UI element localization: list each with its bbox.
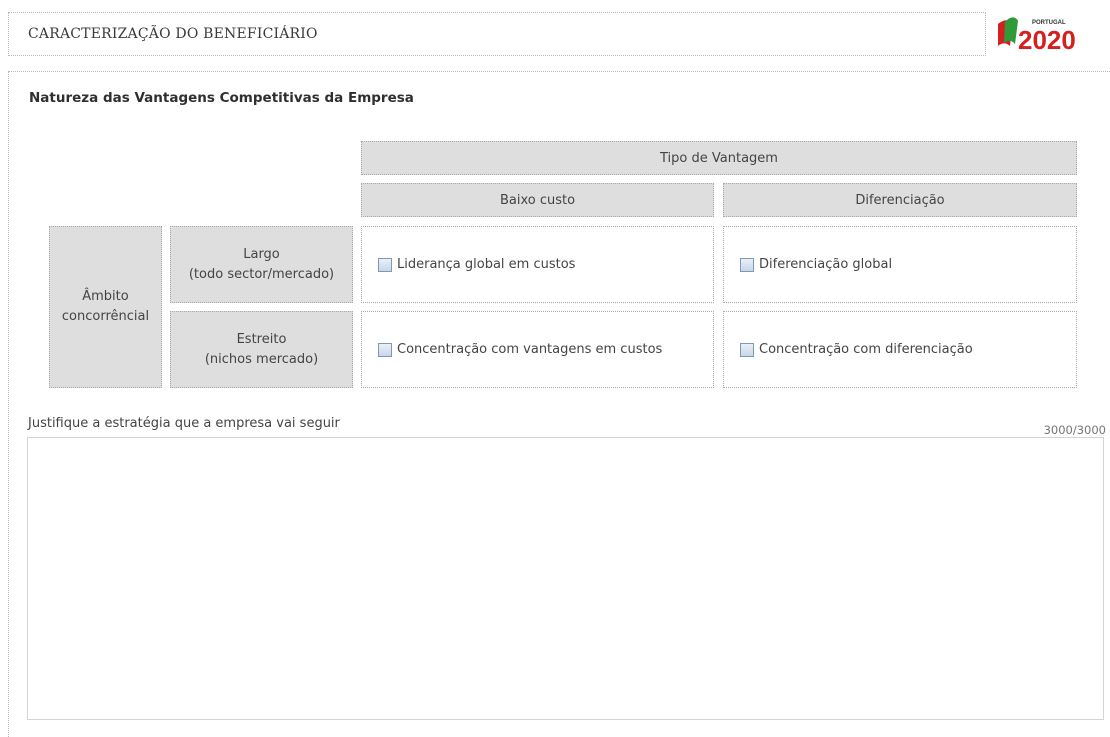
section-title: Natureza das Vantagens Competitivas da E… — [29, 90, 414, 106]
checkbox-label: Concentração com vantagens em custos — [397, 342, 663, 357]
row-group-label-line: Âmbito — [82, 289, 129, 304]
portugal-2020-logo: PORTUGAL 2020 — [994, 12, 1110, 55]
checkbox-icon[interactable] — [740, 343, 754, 357]
character-counter: 3000/3000 — [1043, 423, 1106, 437]
option-cell: Diferenciação global — [723, 226, 1077, 303]
checkbox-label: Liderança global em custos — [397, 257, 576, 272]
checkbox-label: Diferenciação global — [759, 257, 893, 272]
checkbox-global-cost-leadership[interactable]: Liderança global em custos — [378, 257, 575, 272]
column-group-header: Tipo de Vantagem — [361, 141, 1077, 175]
justification-label: Justifique a estratégia que a empresa va… — [28, 416, 340, 431]
checkbox-cost-focus[interactable]: Concentração com vantagens em custos — [378, 342, 662, 357]
checkbox-label: Concentração com diferenciação — [759, 342, 973, 357]
row-label-line: Largo — [243, 246, 280, 262]
option-cell: Concentração com diferenciação — [723, 311, 1077, 388]
column-header-label: Baixo custo — [499, 192, 576, 208]
column-header-label: Diferenciação — [855, 192, 945, 208]
option-cell: Concentração com vantagens em custos — [361, 311, 714, 388]
header-title: CARACTERIZAÇÃO DO BENEFICIÁRIO — [28, 26, 318, 42]
form-page: CARACTERIZAÇÃO DO BENEFICIÁRIO PORTUGAL … — [0, 0, 1110, 737]
checkbox-global-differentiation[interactable]: Diferenciação global — [740, 257, 892, 272]
row-label-line: (nichos mercado) — [204, 351, 319, 367]
checkbox-differentiation-focus[interactable]: Concentração com diferenciação — [740, 342, 973, 357]
checkbox-icon[interactable] — [378, 343, 392, 357]
portugal-2020-logo-icon: PORTUGAL 2020 — [998, 17, 1076, 55]
row-label-line: (todo sector/mercado) — [188, 266, 335, 282]
section-header: CARACTERIZAÇÃO DO BENEFICIÁRIO — [8, 12, 986, 56]
row-label-line: Estreito — [236, 331, 287, 347]
row-label-narrow: Estreito (nichos mercado) — [170, 311, 353, 388]
option-cell: Liderança global em custos — [361, 226, 714, 303]
column-group-header-label: Tipo de Vantagem — [660, 150, 778, 166]
row-label-broad: Largo (todo sector/mercado) — [170, 226, 353, 303]
justification-textarea[interactable] — [27, 437, 1104, 720]
row-group-label: Âmbito concorrêncial — [49, 226, 162, 388]
checkbox-icon[interactable] — [740, 258, 754, 272]
column-header-differentiation: Diferenciação — [723, 183, 1077, 217]
column-header-low-cost: Baixo custo — [361, 183, 714, 217]
logo-big-text: 2020 — [1018, 25, 1076, 52]
checkbox-icon[interactable] — [378, 258, 392, 272]
row-group-label-line: concorrêncial — [61, 309, 150, 324]
